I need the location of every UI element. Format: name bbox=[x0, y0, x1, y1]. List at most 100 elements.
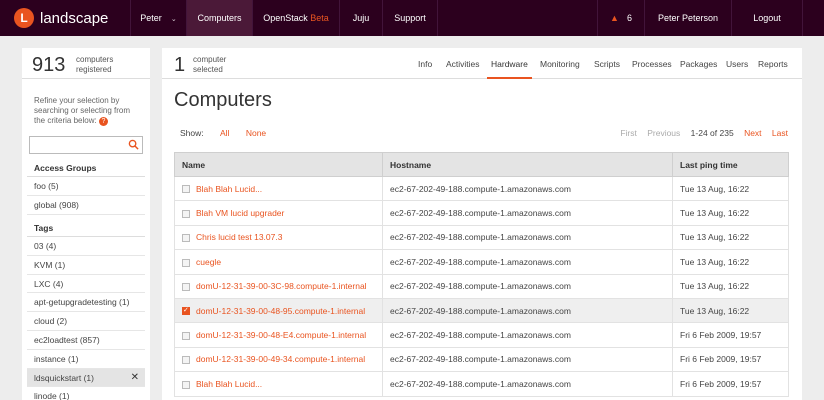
row-checkbox[interactable] bbox=[182, 331, 190, 340]
select-all-link[interactable]: All bbox=[220, 128, 229, 138]
table-row[interactable]: Blah Blah Lucid... ec2-67-202-49-188.comp… bbox=[174, 371, 789, 397]
table-row[interactable]: Chris lucid test 13.07.3 ec2-67-202-49-18… bbox=[174, 224, 789, 251]
tab-scripts[interactable]: Scripts bbox=[594, 48, 620, 79]
top-navigation: L landscape Peter ⌄ Computers OpenStack B… bbox=[0, 0, 824, 36]
pager-range: 1-24 of 235 bbox=[690, 128, 734, 138]
access-group-item[interactable]: foo (5) bbox=[27, 177, 145, 196]
table-row[interactable]: domU-12-31-39-00-49-34.compute-1.interna… bbox=[174, 346, 789, 373]
row-checkbox[interactable] bbox=[182, 185, 190, 194]
close-icon[interactable]: ✕ bbox=[131, 369, 139, 388]
table-row[interactable]: domU-12-31-39-00-3C-98.compute-1.interna… bbox=[174, 273, 789, 299]
landscape-logo-icon: L bbox=[14, 8, 34, 28]
tab-processes[interactable]: Processes bbox=[632, 48, 672, 79]
nav-juju[interactable]: Juju bbox=[340, 0, 382, 36]
row-checkbox[interactable] bbox=[182, 234, 190, 243]
name-cell: domU-12-31-39-00-48-E4.compute-1.interna… bbox=[174, 322, 383, 348]
tab-activities[interactable]: Activities bbox=[446, 48, 480, 79]
last-ping-cell: Fri 6 Feb 2009, 19:57 bbox=[672, 322, 789, 348]
tag-item[interactable]: apt-getupgradetesting (1) bbox=[27, 293, 145, 313]
tag-item[interactable]: instance (1) bbox=[27, 350, 145, 369]
table-row[interactable]: cuegle ec2-67-202-49-188.compute-1.amazon… bbox=[174, 249, 789, 275]
refine-text: Refine your selection by searching or se… bbox=[34, 96, 131, 125]
table-row[interactable]: domU-12-31-39-00-48-95.compute-1.interna… bbox=[174, 297, 789, 324]
table-header-row: Name Hostname Last ping time bbox=[174, 152, 789, 177]
tag-item-selected[interactable]: ldsquickstart (1) ✕ bbox=[27, 368, 145, 388]
chevron-down-icon: ⌄ bbox=[170, 16, 177, 23]
help-icon[interactable]: ? bbox=[98, 117, 108, 126]
computer-tabs: Info Activities Hardware Monitoring Scri… bbox=[162, 48, 802, 79]
alerts-button[interactable]: ▲ 6 bbox=[598, 0, 644, 36]
hostname-cell: ec2-67-202-49-188.compute-1.amazonaws.co… bbox=[382, 346, 673, 373]
table-row[interactable]: Blah Blah Lucid... ec2-67-202-49-188.comp… bbox=[174, 175, 789, 202]
filter-sidebar: 913 computers registered Refine your sel… bbox=[22, 48, 150, 400]
table-row[interactable]: domU-12-31-39-00-48-E4.compute-1.interna… bbox=[174, 322, 789, 348]
tag-item[interactable]: cloud (2) bbox=[27, 312, 145, 331]
last-ping-cell: Tue 13 Aug, 16:22 bbox=[672, 200, 789, 226]
user-menu[interactable]: Peter ⌄ bbox=[131, 0, 186, 36]
computer-name-link[interactable]: domU-12-31-39-00-48-E4.compute-1.interna… bbox=[196, 330, 366, 340]
computer-name-link[interactable]: domU-12-31-39-00-48-95.compute-1.interna… bbox=[196, 306, 365, 316]
nav-computers[interactable]: Computers bbox=[187, 0, 252, 36]
computer-name-link[interactable]: domU-12-31-39-00-49-34.compute-1.interna… bbox=[196, 354, 365, 364]
nav-support[interactable]: Support bbox=[383, 0, 437, 36]
selected-label-line-1: computer bbox=[193, 55, 227, 64]
computer-name-link[interactable]: Blah Blah Lucid... bbox=[196, 379, 262, 389]
row-checkbox[interactable] bbox=[182, 209, 190, 218]
pagination: First Previous 1-24 of 235 Next Last bbox=[612, 128, 788, 138]
pager-last[interactable]: Last bbox=[772, 128, 788, 138]
tab-users[interactable]: Users bbox=[726, 48, 748, 79]
nav-openstack[interactable]: OpenStack Beta bbox=[253, 0, 339, 36]
computer-name-link[interactable]: Blah Blah Lucid... bbox=[196, 184, 262, 194]
tag-item[interactable]: LXC (4) bbox=[27, 275, 145, 294]
computer-name-link[interactable]: Chris lucid test 13.07.3 bbox=[196, 232, 282, 242]
hostname-cell: ec2-67-202-49-188.compute-1.amazonaws.co… bbox=[382, 175, 673, 202]
tag-item[interactable]: KVM (1) bbox=[27, 256, 145, 275]
tab-info[interactable]: Info bbox=[418, 48, 432, 79]
search-icon[interactable] bbox=[128, 139, 139, 150]
last-ping-cell: Tue 13 Aug, 16:22 bbox=[672, 175, 789, 202]
tab-monitoring[interactable]: Monitoring bbox=[540, 48, 580, 79]
selected-label-line-2: selected bbox=[193, 65, 223, 74]
access-group-item[interactable]: global (908) bbox=[27, 196, 145, 215]
name-cell: cuegle bbox=[174, 249, 383, 275]
tag-item[interactable]: 03 (4) bbox=[27, 237, 145, 256]
computer-name-link[interactable]: Blah VM lucid upgrader bbox=[196, 208, 284, 218]
logout-link[interactable]: Logout bbox=[732, 0, 802, 36]
hostname-cell: ec2-67-202-49-188.compute-1.amazonaws.co… bbox=[382, 224, 673, 251]
landscape-logo[interactable]: L landscape bbox=[14, 8, 108, 28]
tab-hardware[interactable]: Hardware bbox=[487, 48, 532, 79]
column-header-last-ping[interactable]: Last ping time bbox=[672, 152, 789, 177]
row-checkbox[interactable] bbox=[182, 258, 190, 267]
computer-name-link[interactable]: cuegle bbox=[196, 257, 221, 267]
tag-item[interactable]: linode (1) bbox=[27, 387, 145, 400]
computer-name-link[interactable]: domU-12-31-39-00-3C-98.compute-1.interna… bbox=[196, 281, 367, 291]
row-checkbox[interactable] bbox=[182, 356, 190, 365]
last-ping-cell: Tue 13 Aug, 16:22 bbox=[672, 297, 789, 324]
tab-packages[interactable]: Packages bbox=[680, 48, 717, 79]
computers-count-label: computers registered bbox=[76, 55, 113, 75]
page-title: Computers bbox=[174, 89, 272, 111]
tab-reports[interactable]: Reports bbox=[758, 48, 788, 79]
name-cell: domU-12-31-39-00-49-34.compute-1.interna… bbox=[174, 346, 383, 373]
pager-previous: Previous bbox=[647, 128, 681, 138]
alert-triangle-icon: ▲ bbox=[610, 13, 619, 23]
hostname-cell: ec2-67-202-49-188.compute-1.amazonaws.co… bbox=[382, 249, 673, 275]
pager-next[interactable]: Next bbox=[744, 128, 761, 138]
table-row[interactable]: Blah VM lucid upgrader ec2-67-202-49-188.… bbox=[174, 200, 789, 226]
refine-help-text: Refine your selection by searching or se… bbox=[34, 96, 142, 126]
column-header-hostname[interactable]: Hostname bbox=[382, 152, 673, 177]
show-label: Show: bbox=[180, 128, 204, 138]
count-label-line-1: computers bbox=[76, 55, 114, 64]
column-header-name[interactable]: Name bbox=[174, 152, 383, 177]
select-none-link[interactable]: None bbox=[246, 128, 266, 138]
tags-section: Tags 03 (4) KVM (1) LXC (4) apt-getupgra… bbox=[27, 220, 145, 400]
row-checkbox[interactable] bbox=[182, 380, 190, 389]
search-input[interactable] bbox=[29, 136, 143, 154]
logo-text: landscape bbox=[40, 9, 109, 27]
access-groups-section: Access Groups foo (5) global (908) bbox=[27, 160, 145, 215]
row-checkbox[interactable] bbox=[182, 306, 190, 316]
computers-count: 913 bbox=[32, 54, 66, 76]
tag-item[interactable]: ec2loadtest (857) bbox=[27, 331, 145, 350]
user-name[interactable]: Peter Peterson bbox=[645, 0, 731, 36]
row-checkbox[interactable] bbox=[182, 283, 190, 291]
